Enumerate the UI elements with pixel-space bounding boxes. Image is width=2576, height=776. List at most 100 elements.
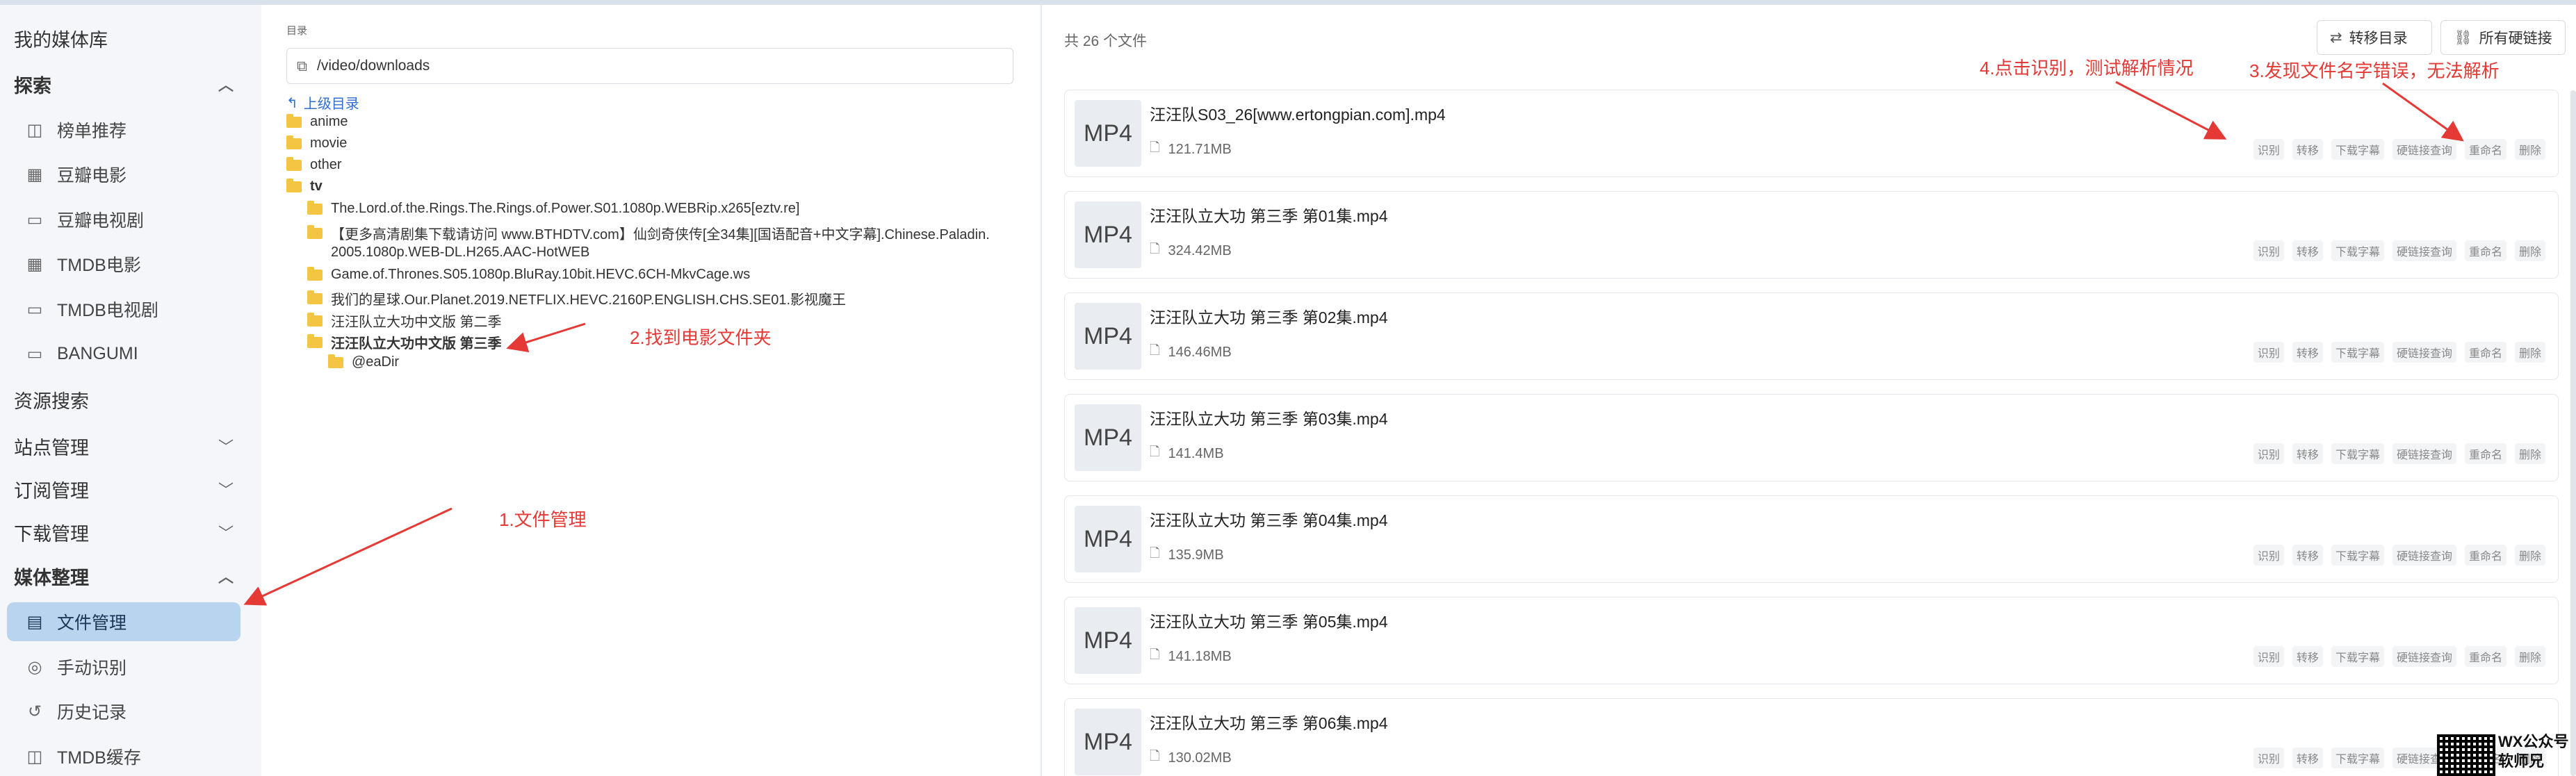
chevron-down-icon: ﹀ bbox=[218, 439, 234, 456]
delete-button[interactable]: 删除 bbox=[2514, 545, 2545, 566]
hardlink-query-button[interactable]: 硬链接查询 bbox=[2392, 545, 2456, 566]
sidebar-item-resource-search[interactable]: 资源搜索 bbox=[0, 380, 250, 419]
recognize-button[interactable]: 识别 bbox=[2253, 139, 2284, 160]
recognize-button[interactable]: 识别 bbox=[2253, 342, 2284, 363]
sidebar-group-subscriptions[interactable]: 订阅管理 ﹀ bbox=[0, 470, 250, 509]
delete-button[interactable]: 删除 bbox=[2514, 646, 2545, 667]
sidebar: 我的媒体库 探索 ︿ ◫ 榜单推荐 ▦ 豆瓣电影 ▭ 豆瓣电视剧 ▦ TMDB电… bbox=[0, 5, 261, 776]
hardlink-query-button[interactable]: 硬链接查询 bbox=[2392, 139, 2456, 160]
delete-button[interactable]: 删除 bbox=[2514, 139, 2545, 160]
file-size: 🗋 141.18MB bbox=[1150, 646, 1232, 667]
tree-folder-lotr[interactable]: The.Lord.of.the.Rings.The.Rings.of.Power… bbox=[307, 200, 799, 217]
file-card[interactable]: MP4 汪汪队S03_26[www.ertongpian.com].mp4 🗋 121… bbox=[1064, 90, 2559, 177]
tree-folder-paladin-cont[interactable]: 2005.1080p.WEB-DL.H265.AAC-HotWEB bbox=[331, 245, 589, 261]
sidebar-group-media-organize[interactable]: 媒体整理 ︿ bbox=[0, 556, 250, 595]
copy-icon[interactable]: ⧉ bbox=[297, 58, 307, 75]
sidebar-group-downloads[interactable]: 下载管理 ﹀ bbox=[0, 513, 250, 552]
file-card[interactable]: MP4 汪汪队立大功 第三季 第05集.mp4 🗋 141.18MB 识别 转移 下载字幕硬… bbox=[1064, 597, 2559, 684]
sidebar-item-tmdb-cache[interactable]: ◫ TMDB缓存 bbox=[0, 737, 250, 776]
sidebar-item-bangumi[interactable]: ▭ BANGUMI bbox=[0, 334, 250, 373]
file-count: 共 26 个文件 bbox=[1064, 33, 1148, 49]
transfer-button[interactable]: 转移 bbox=[2292, 545, 2323, 566]
file-icon: 🗋 bbox=[1150, 647, 1160, 662]
sidebar-group-label: 探索 bbox=[14, 75, 51, 97]
recognize-button[interactable]: 识别 bbox=[2253, 240, 2284, 261]
file-card[interactable]: MP4 汪汪队立大功 第三季 第06集.mp4 🗋 130.02MB 识别 转移 下载字幕硬… bbox=[1064, 698, 2559, 776]
hardlink-query-button[interactable]: 硬链接查询 bbox=[2392, 240, 2456, 261]
download-subtitle-button[interactable]: 下载字幕 bbox=[2331, 545, 2384, 566]
rename-button[interactable]: 重命名 bbox=[2464, 139, 2506, 160]
file-card[interactable]: MP4 汪汪队立大功 第三季 第02集.mp4 🗋 146.46MB 识别 转移 下载字幕硬… bbox=[1064, 292, 2559, 380]
tree-folder-other[interactable]: other bbox=[286, 156, 342, 173]
path-input[interactable]: ⧉ /video/downloads bbox=[286, 48, 1013, 84]
transfer-button[interactable]: 转移 bbox=[2292, 646, 2323, 667]
transfer-button[interactable]: 转移 bbox=[2292, 443, 2323, 464]
sidebar-item-douban-movie[interactable]: ▦ 豆瓣电影 bbox=[0, 155, 250, 194]
tree-folder-tv[interactable]: tv bbox=[286, 178, 323, 195]
sidebar-item-file-management[interactable]: ▤ 文件管理 bbox=[7, 602, 241, 641]
folder-open-icon bbox=[286, 178, 302, 192]
download-subtitle-button[interactable]: 下载字幕 bbox=[2331, 240, 2384, 261]
tree-folder-paladin[interactable]: 【更多高清剧集下载请访问 www.BTHDTV.com】仙剑奇侠传[全34集][… bbox=[307, 223, 990, 243]
sidebar-group-explore[interactable]: 探索 ︿ bbox=[0, 65, 250, 104]
file-thumbnail: MP4 bbox=[1075, 303, 1141, 370]
download-subtitle-button[interactable]: 下载字幕 bbox=[2331, 139, 2384, 160]
transfer-button[interactable]: 转移 bbox=[2292, 748, 2323, 768]
file-actions: 识别转移下载字幕硬链接查询重命名删除 bbox=[2253, 240, 2545, 261]
sidebar-item-tmdb-movie[interactable]: ▦ TMDB电影 bbox=[0, 245, 250, 283]
scrollbar[interactable] bbox=[2570, 90, 2576, 776]
hardlink-query-button[interactable]: 硬链接查询 bbox=[2392, 443, 2456, 464]
tree-folder-paw-s2[interactable]: 汪汪队立大功中文版 第二季 bbox=[307, 311, 502, 331]
sidebar-item-history[interactable]: ↺ 历史记录 bbox=[0, 692, 250, 731]
transfer-directory-button[interactable]: ⇄ 转移目录 bbox=[2317, 20, 2432, 55]
delete-button[interactable]: 删除 bbox=[2514, 443, 2545, 464]
transfer-button[interactable]: 转移 bbox=[2292, 139, 2323, 160]
tree-folder-got[interactable]: Game.of.Thrones.S05.1080p.BluRay.10bit.H… bbox=[307, 266, 750, 283]
sidebar-item-tmdb-tv[interactable]: ▭ TMDB电视剧 bbox=[0, 290, 250, 329]
download-subtitle-button[interactable]: 下载字幕 bbox=[2331, 748, 2384, 768]
recognize-button[interactable]: 识别 bbox=[2253, 646, 2284, 667]
tree-folder-anime[interactable]: anime bbox=[286, 113, 348, 130]
recognize-button[interactable]: 识别 bbox=[2253, 748, 2284, 768]
tree-folder-movie[interactable]: movie bbox=[286, 135, 347, 151]
sidebar-group-sites[interactable]: 站点管理 ﹀ bbox=[0, 427, 250, 465]
recognize-button[interactable]: 识别 bbox=[2253, 545, 2284, 566]
file-size-value: 135.9MB bbox=[1168, 547, 1224, 563]
file-icon: 🗋 bbox=[1150, 343, 1160, 358]
tree-folder-our-planet[interactable]: 我们的星球.Our.Planet.2019.NETFLIX.HEVC.2160P… bbox=[307, 288, 846, 308]
file-card[interactable]: MP4 汪汪队立大功 第三季 第04集.mp4 🗋 135.9MB 识别 转移 下载字幕 硬链… bbox=[1064, 495, 2559, 583]
rename-button[interactable]: 重命名 bbox=[2464, 342, 2506, 363]
file-card[interactable]: MP4 汪汪队立大功 第三季 第01集.mp4 🗋 324.42MB 识别 转移 下载字幕硬… bbox=[1064, 191, 2559, 279]
transfer-button[interactable]: 转移 bbox=[2292, 240, 2323, 261]
rename-button[interactable]: 重命名 bbox=[2464, 545, 2506, 566]
folder-label: 我们的星球.Our.Planet.2019.NETFLIX.HEVC.2160P… bbox=[331, 292, 847, 308]
delete-button[interactable]: 删除 bbox=[2514, 240, 2545, 261]
rename-button[interactable]: 重命名 bbox=[2464, 443, 2506, 464]
folder-icon bbox=[307, 266, 323, 281]
sidebar-item-rankings[interactable]: ◫ 榜单推荐 bbox=[0, 110, 250, 149]
download-subtitle-button[interactable]: 下载字幕 bbox=[2331, 443, 2384, 464]
tree-folder-eadir[interactable]: @eaDir bbox=[328, 354, 399, 370]
annotation-step4: 4.点击识别，测试解析情况 bbox=[1980, 58, 2194, 79]
file-card[interactable]: MP4 汪汪队立大功 第三季 第03集.mp4 🗋 141.4MB 识别 转移 下载字幕 硬链… bbox=[1064, 394, 2559, 481]
hardlink-query-button[interactable]: 硬链接查询 bbox=[2392, 342, 2456, 363]
file-name: 汪汪队S03_26[www.ertongpian.com].mp4 bbox=[1150, 106, 1446, 124]
all-hardlinks-button[interactable]: ⛓ 所有硬链接 bbox=[2440, 20, 2566, 55]
sidebar-item-douban-tv[interactable]: ▭ 豆瓣电视剧 bbox=[0, 200, 250, 239]
transfer-icon: ⇄ bbox=[2330, 29, 2342, 46]
sidebar-item-my-library[interactable]: 我的媒体库 bbox=[0, 19, 250, 58]
transfer-button[interactable]: 转移 bbox=[2292, 342, 2323, 363]
sidebar-item-label: 手动识别 bbox=[57, 659, 127, 678]
sidebar-item-manual-recognize[interactable]: ◎ 手动识别 bbox=[0, 647, 250, 686]
rename-button[interactable]: 重命名 bbox=[2464, 240, 2506, 261]
download-subtitle-button[interactable]: 下载字幕 bbox=[2331, 646, 2384, 667]
recognize-button[interactable]: 识别 bbox=[2253, 443, 2284, 464]
file-name: 汪汪队立大功 第三季 第02集.mp4 bbox=[1150, 308, 1388, 327]
hardlink-query-button[interactable]: 硬链接查询 bbox=[2392, 646, 2456, 667]
path-value: /video/downloads bbox=[317, 58, 430, 74]
delete-button[interactable]: 删除 bbox=[2514, 342, 2545, 363]
tree-folder-paw-s3[interactable]: 汪汪队立大功中文版 第三季 bbox=[307, 332, 502, 352]
parent-directory-link[interactable]: ↰ 上级目录 bbox=[286, 92, 359, 113]
rename-button[interactable]: 重命名 bbox=[2464, 646, 2506, 667]
download-subtitle-button[interactable]: 下载字幕 bbox=[2331, 342, 2384, 363]
